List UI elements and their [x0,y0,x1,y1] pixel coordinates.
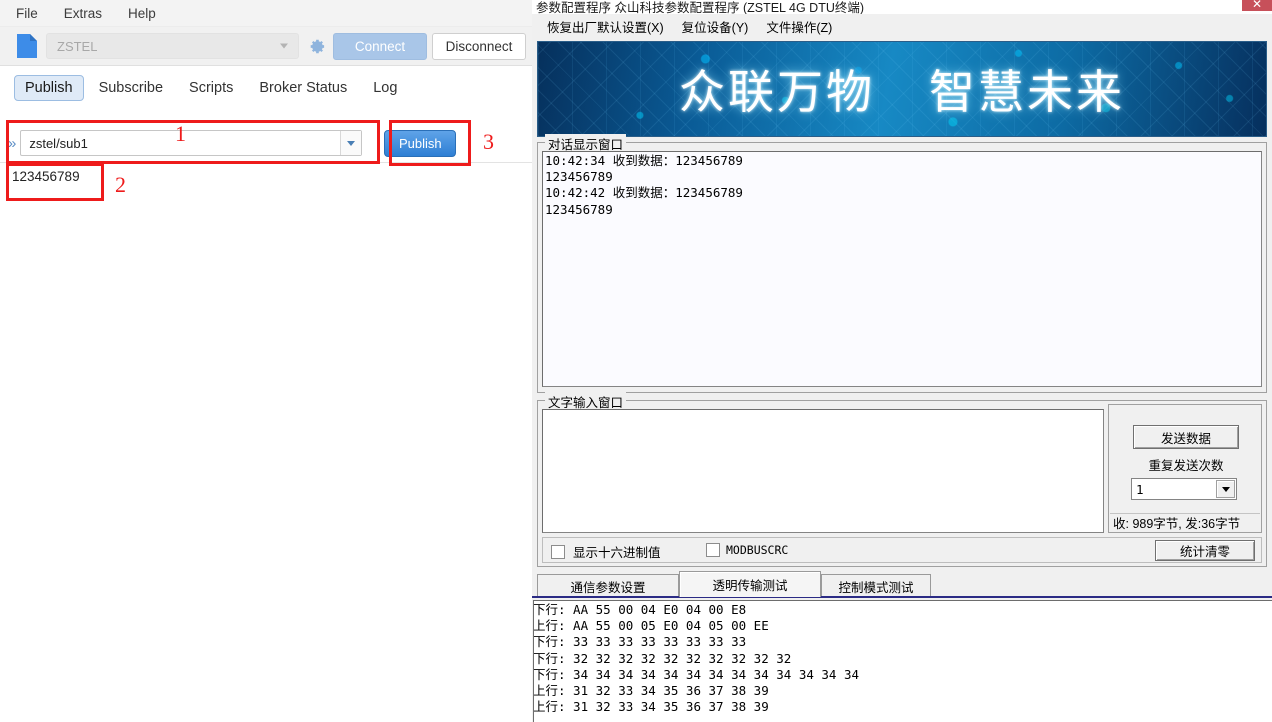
tab-control-mode-test[interactable]: 控制模式测试 [821,574,931,597]
tab-log[interactable]: Log [362,75,408,101]
packet-log-line: 下行: 32 32 32 32 32 32 32 32 32 32 [533,650,792,666]
annotation-number-2: 2 [115,172,126,197]
menu-file-ops[interactable]: 文件操作(Z) [757,16,841,37]
annotation-number-1: 1 [175,121,186,146]
dialog-line: 123456789 [545,169,613,185]
disconnect-button[interactable]: Disconnect [432,32,526,60]
dialog-line: 10:42:42 收到数据：123456789 [545,185,743,201]
dialog-line: 123456789 [545,201,613,217]
packet-log-line: 下行: 33 33 33 33 33 33 33 33 [533,634,747,650]
mqtt-client-window: File Extras Help ZSTEL Connect Disconnec… [0,0,533,722]
annotation-box-2 [6,163,104,201]
send-data-button[interactable]: 发送数据 [1133,425,1239,449]
broker-select-value: ZSTEL [57,38,98,54]
chevron-down-icon [280,43,288,49]
menu-file[interactable]: File [10,4,50,23]
repeat-count-label: 重复发送次数 [1148,459,1224,473]
window-title: 参数配置程序 众山科技参数配置程序 (ZSTEL 4G DTU终端) [536,1,865,14]
broker-select[interactable]: ZSTEL [46,33,299,59]
annotation-box-1 [6,120,380,164]
packet-log-line: 下行: AA 55 00 04 E0 04 00 E8 [533,602,747,617]
packet-log-line: 上行: 31 32 33 34 35 36 37 38 39 [533,699,769,715]
mqtt-toolbar: ZSTEL Connect Disconnect [0,27,532,66]
menu-reset-device[interactable]: 复位设备(Y) [673,16,758,37]
connect-button[interactable]: Connect [333,32,427,60]
menu-help[interactable]: Help [122,4,168,23]
tabstrip-underline [532,596,1272,598]
packet-log-line: 上行: AA 55 00 05 E0 04 05 00 EE [533,618,769,634]
close-icon[interactable]: ✕ [1242,0,1272,11]
tab-comm-params[interactable]: 通信参数设置 [537,574,679,597]
chevron-down-icon[interactable] [1216,480,1235,498]
banner-right-text: 智慧未来 [929,65,1125,119]
tab-publish[interactable]: Publish [14,75,84,101]
repeat-count-value: 1 [1136,481,1144,497]
screenshot-root: File Extras Help ZSTEL Connect Disconnec… [0,0,1272,722]
config-titlebar: 参数配置程序 众山科技参数配置程序 (ZSTEL 4G DTU终端) ✕ [532,0,1272,14]
banner-left-text: 众联万物 [679,65,875,119]
checkbox-box [551,544,565,559]
brand-banner: 众联万物 智慧未来 [537,41,1267,137]
tab-subscribe[interactable]: Subscribe [88,75,174,101]
annotation-box-3 [389,120,471,166]
clear-stats-button[interactable]: 统计清零 [1155,540,1255,561]
text-input-value [543,410,1103,412]
hex-checkbox[interactable]: 显示十六进制值 [551,542,661,561]
modbus-checkbox[interactable]: MODBUSCRC [706,543,788,557]
gear-icon[interactable] [303,33,329,59]
packet-log-line: 上行: 31 32 33 34 35 36 37 38 39 [533,683,769,699]
tab-scripts[interactable]: Scripts [178,75,244,101]
dialog-display-output[interactable]: 10:42:34 收到数据：123456789 123456789 10:42:… [542,151,1262,387]
text-input-group: 文字输入窗口 发送数据 重复发送次数 1 收: 989字节, 发:36字节 显示… [537,392,1267,567]
config-tabstrip: 通信参数设置 透明传输测试 控制模式测试 [533,571,1271,597]
annotation-number-3: 3 [483,129,494,154]
payload-editor[interactable]: 123456789 [0,162,532,722]
menu-factory-reset[interactable]: 恢复出厂默认设置(X) [538,16,673,37]
text-input-field[interactable] [542,409,1104,533]
mqtt-menubar: File Extras Help [0,0,532,27]
dialog-display-group: 对话显示窗口 10:42:34 收到数据：123456789 123456789… [537,134,1267,393]
options-bar: 显示十六进制值 MODBUSCRC 统计清零 [542,537,1262,563]
tab-broker-status[interactable]: Broker Status [248,75,358,101]
hex-checkbox-label: 显示十六进制值 [573,546,661,560]
stats-readout: 收: 989字节, 发:36字节 [1110,513,1260,531]
new-document-icon[interactable] [16,33,38,59]
mqtt-tabbar: Publish Subscribe Scripts Broker Status … [0,70,532,106]
packet-log-line: 下行: 34 34 34 34 34 34 34 34 34 34 34 34 … [533,666,860,682]
menu-extras[interactable]: Extras [58,4,114,23]
config-menubar: 恢复出厂默认设置(X) 复位设备(Y) 文件操作(Z) [532,14,1272,38]
checkbox-box [706,543,720,557]
dialog-line: 10:42:34 收到数据：123456789 [545,153,743,168]
send-panel: 发送数据 重复发送次数 1 收: 989字节, 发:36字节 [1108,404,1262,533]
packet-log[interactable]: 下行: AA 55 00 04 E0 04 00 E8 上行: AA 55 00… [533,600,1272,722]
config-tool-window: 参数配置程序 众山科技参数配置程序 (ZSTEL 4G DTU终端) ✕ 恢复出… [532,0,1272,722]
modbus-checkbox-label: MODBUSCRC [726,543,789,557]
repeat-count-combo[interactable]: 1 [1131,478,1237,500]
tab-transparent-test[interactable]: 透明传输测试 [679,571,821,597]
